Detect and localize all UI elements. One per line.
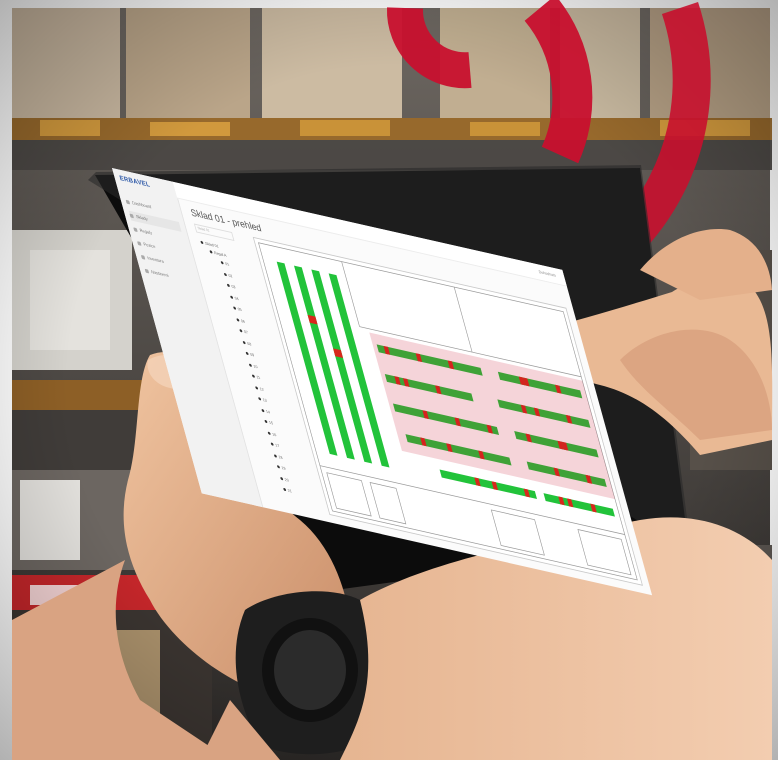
bullet-icon [283,488,287,492]
sidebar-item-label: Nastaveni [150,269,170,279]
bullet-icon [264,420,268,424]
tree-child[interactable]: Regal A [209,249,227,258]
tree-leaf-label: 05 [237,306,243,313]
warehouse-icon [129,213,134,219]
tree-leaf-label: 15 [268,419,274,426]
caret-icon [209,250,213,255]
tree-leaf[interactable]: 16 [267,430,277,437]
tree-leaf[interactable]: 01 [220,260,230,267]
bullet-icon [267,431,271,436]
gear-icon [144,268,150,274]
bullet-icon [254,386,259,390]
pin-icon [137,240,142,246]
tree-leaf[interactable]: 13 [258,396,268,403]
bullet-icon [261,408,265,413]
tree-leaf[interactable]: 20 [280,475,290,483]
tree-child-label: Regal A [213,250,227,258]
tree-leaf-label: 04 [233,294,240,301]
user-menu[interactable]: Dohodnuto [538,269,556,278]
tree-leaf[interactable]: 03 [226,283,236,290]
tree-leaf-label: 17 [274,442,280,449]
tree-root-label: Sklad 01 [204,240,220,249]
tree-leaf-label: 11 [255,374,261,381]
tree-leaf-label: 06 [240,317,246,324]
tree-leaf-label: 13 [262,397,268,403]
tree-leaf[interactable]: 04 [229,294,240,301]
rack-alert-cell[interactable] [333,348,344,359]
caret-icon [200,241,204,245]
bullet-icon [236,318,240,322]
tree-leaf-label: 07 [243,328,249,335]
shelf-icon [133,227,138,232]
sidebar-item-label: Sklady [135,213,149,222]
bullet-icon [273,454,278,458]
bullet-icon [245,352,250,356]
tree-leaf[interactable]: 08 [242,339,252,346]
tree-leaf[interactable]: 21 [283,487,293,494]
tree-leaf-label: 03 [230,283,236,290]
tree-leaf-label: 16 [271,431,277,437]
dashboard-icon [125,199,131,205]
bullet-icon [248,363,253,367]
tree-leaf[interactable]: 19 [276,464,286,471]
tree-root[interactable]: Sklad 01 [200,240,219,249]
sidebar-item-label: Regaly [139,227,153,236]
tree-leaf-label: 21 [287,487,293,494]
tree-leaf-label: 19 [280,465,287,471]
bullet-icon [239,329,243,333]
tree-leaf[interactable]: 05 [233,305,243,313]
tree-leaf[interactable]: 15 [264,419,274,426]
brand-logo: ERBAVEL [118,175,152,189]
sidebar-item-label: Pozice [142,241,156,250]
bullet-icon [276,465,281,470]
vertical-racks [276,261,390,468]
bullet-icon [251,374,256,379]
tree-leaf[interactable]: 09 [245,351,255,358]
photo-scene: ERBAVEL Dashboard Sklady Regaly Pozice I… [0,0,778,760]
tree-leaf[interactable]: 11 [251,373,261,381]
list-icon [140,254,146,260]
tree-leaf-label: 09 [249,351,255,358]
bullet-icon [270,442,275,447]
tree-leaf[interactable]: 06 [236,317,246,324]
tree-leaf-label: 20 [283,476,290,483]
tree-leaf-label: 10 [252,363,258,369]
tree-leaf[interactable]: 18 [273,453,283,460]
tree-leaf[interactable]: 14 [261,407,271,415]
tree-leaf-label: 14 [265,408,271,415]
bullet-icon [226,284,231,288]
bullet-icon [258,397,262,402]
bullet-icon [220,261,224,265]
tree-leaf-label: 08 [246,340,252,347]
tree-leaf-label: 12 [258,385,265,392]
bullet-icon [280,476,284,481]
rack-alert-cell[interactable] [307,314,318,325]
tree-leaf[interactable]: 07 [239,328,249,335]
tree-leaf[interactable]: 02 [223,271,233,278]
tree-leaf[interactable]: 12 [254,385,265,392]
bullet-icon [229,295,234,299]
tree-leaf[interactable]: 10 [248,362,258,369]
tree-leaf-label: 02 [227,272,233,279]
bullet-icon [242,340,246,345]
tree-leaf[interactable]: 17 [270,441,280,448]
tree-leaf-label: 18 [277,453,283,460]
selection-highlight [369,332,615,500]
bullet-icon [233,306,237,311]
bullet-icon [223,272,228,277]
sidebar-item-label: Dashboard [131,200,152,210]
sidebar-item-label: Inventura [146,255,165,264]
tree-leaf-label: 01 [224,260,230,267]
